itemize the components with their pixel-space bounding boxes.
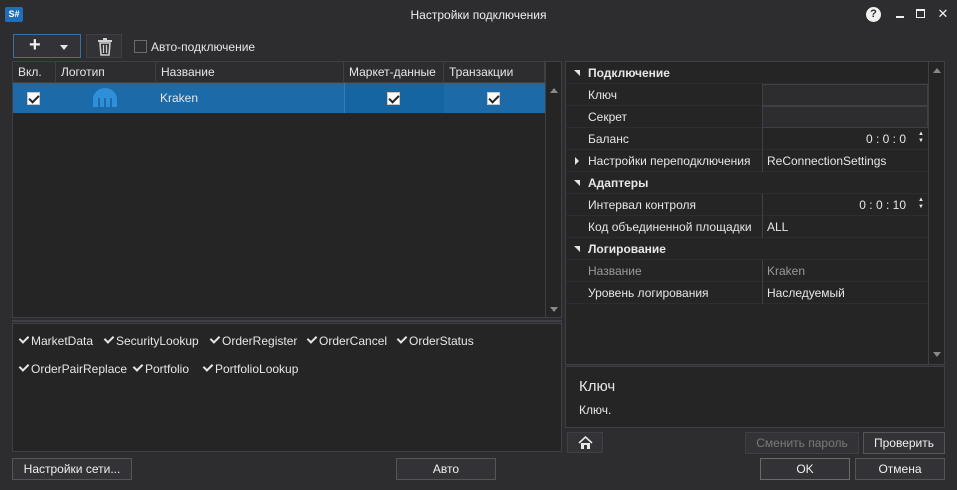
expand-icon[interactable] (575, 157, 579, 165)
scroll-up-icon[interactable] (550, 88, 558, 93)
interval-stepper[interactable]: 0 : 0 : 10 ▲ ▼ (762, 194, 928, 216)
spinner-icon[interactable]: ▲ ▼ (918, 197, 924, 211)
help-icon[interactable]: ? (866, 7, 881, 22)
col-market-data[interactable]: Маркет-данные (344, 62, 444, 82)
row-name: Kraken (160, 91, 199, 105)
row-market-data-checkbox[interactable] (387, 92, 400, 105)
connections-grid: Вкл. Логотип Название Маркет-данные Тран… (12, 61, 562, 318)
splitter[interactable] (12, 320, 562, 322)
property-row[interactable]: Название Kraken (566, 260, 944, 282)
key-input[interactable] (762, 84, 928, 106)
property-scrollbar[interactable] (928, 62, 944, 364)
message-marketdata[interactable]: MarketData (18, 333, 93, 348)
property-row[interactable]: Баланс 0 : 0 : 0 ▲ ▼ (566, 128, 944, 150)
property-row[interactable]: Ключ (566, 84, 944, 106)
plus-icon: + (29, 34, 41, 56)
kraken-logo-icon (93, 88, 117, 108)
col-enabled[interactable]: Вкл. (13, 62, 56, 82)
home-icon (578, 436, 593, 449)
table-row[interactable]: Kraken (13, 83, 545, 113)
category-logging[interactable]: Логирование (566, 238, 944, 260)
col-logo[interactable]: Логотип (56, 62, 156, 82)
close-button[interactable]: ✕ (935, 6, 951, 22)
category-adapters[interactable]: Адаптеры (566, 172, 944, 194)
window-title: Настройки подключения (410, 8, 547, 22)
property-row[interactable]: Секрет (566, 106, 944, 128)
verify-button[interactable]: Проверить (863, 432, 945, 454)
scroll-down-icon[interactable] (933, 352, 941, 357)
add-connection-button[interactable]: + (13, 34, 81, 58)
minimize-button[interactable] (892, 6, 908, 22)
description-text: Ключ. (579, 403, 612, 417)
collapse-icon[interactable] (574, 70, 580, 76)
balance-stepper[interactable]: 0 : 0 : 0 ▲ ▼ (762, 128, 928, 150)
auto-connect-checkbox[interactable] (134, 40, 147, 53)
grid-scrollbar[interactable] (545, 62, 561, 317)
property-row[interactable]: Настройки переподключения ReConnectionSe… (566, 150, 944, 172)
description-title: Ключ (579, 378, 616, 395)
message-securitylookup[interactable]: SecurityLookup (103, 333, 199, 348)
home-button[interactable] (567, 432, 603, 453)
category-connection[interactable]: Подключение (566, 62, 944, 84)
collapse-icon[interactable] (574, 180, 580, 186)
delete-connection-button[interactable] (86, 34, 122, 58)
collapse-icon[interactable] (574, 246, 580, 252)
message-orderpairreplace[interactable]: OrderPairReplace (18, 361, 127, 376)
spinner-icon[interactable]: ▲ ▼ (918, 131, 924, 145)
secret-input[interactable] (762, 106, 928, 128)
network-settings-button[interactable]: Настройки сети... (12, 458, 132, 480)
property-grid: Подключение Ключ Секрет Баланс 0 : 0 : 0… (565, 61, 945, 365)
cancel-button[interactable]: Отмена (855, 458, 945, 480)
chevron-down-icon (60, 45, 68, 50)
col-name[interactable]: Название (156, 62, 344, 82)
row-market-data-cell (344, 83, 444, 113)
change-password-button[interactable]: Сменить пароль (745, 432, 859, 454)
message-orderregister[interactable]: OrderRegister (209, 333, 297, 348)
message-ordercancel[interactable]: OrderCancel (306, 333, 387, 348)
property-row[interactable]: Интервал контроля 0 : 0 : 10 ▲ ▼ (566, 194, 944, 216)
ok-button[interactable]: OK (760, 458, 850, 480)
grid-header: Вкл. Логотип Название Маркет-данные Тран… (13, 62, 545, 83)
message-types-panel: MarketData SecurityLookup OrderRegister … (12, 323, 562, 452)
row-enabled-checkbox[interactable] (27, 92, 40, 105)
auto-connect-label: Авто-подключение (151, 40, 256, 54)
property-row[interactable]: Уровень логирования Наследуемый (566, 282, 944, 304)
col-transactions[interactable]: Транзакции (444, 62, 545, 82)
auto-button[interactable]: Авто (396, 458, 496, 480)
message-portfoliolookup[interactable]: PortfolioLookup (202, 361, 298, 376)
scroll-down-icon[interactable] (550, 307, 558, 312)
maximize-button[interactable] (913, 6, 929, 22)
row-transactions-checkbox[interactable] (487, 92, 500, 105)
description-panel: Ключ Ключ. (565, 366, 945, 428)
property-row[interactable]: Код объединенной площадки ALL (566, 216, 944, 238)
trash-icon (98, 38, 112, 56)
scroll-up-icon[interactable] (933, 68, 941, 73)
message-portfolio[interactable]: Portfolio (132, 361, 189, 376)
message-orderstatus[interactable]: OrderStatus (396, 333, 474, 348)
